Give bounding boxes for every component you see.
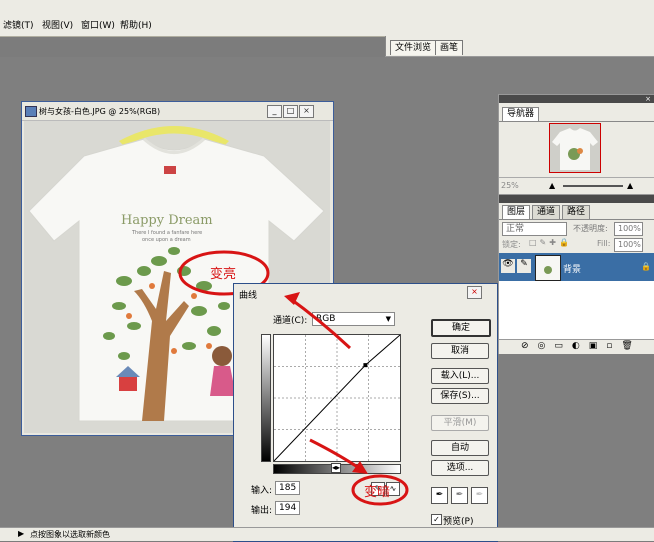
annotation-overlay: 变暗 <box>284 292 409 506</box>
status-bar: ▶ 点按图象以选取新颜色 <box>0 527 654 541</box>
status-text: 点按图象以选取新颜色 <box>30 530 110 539</box>
annotation-darken: 变暗 <box>364 484 390 500</box>
annotation-arrow-up <box>287 295 352 350</box>
annotation-arrow-down <box>309 438 363 472</box>
play-icon[interactable]: ▶ <box>18 529 24 538</box>
